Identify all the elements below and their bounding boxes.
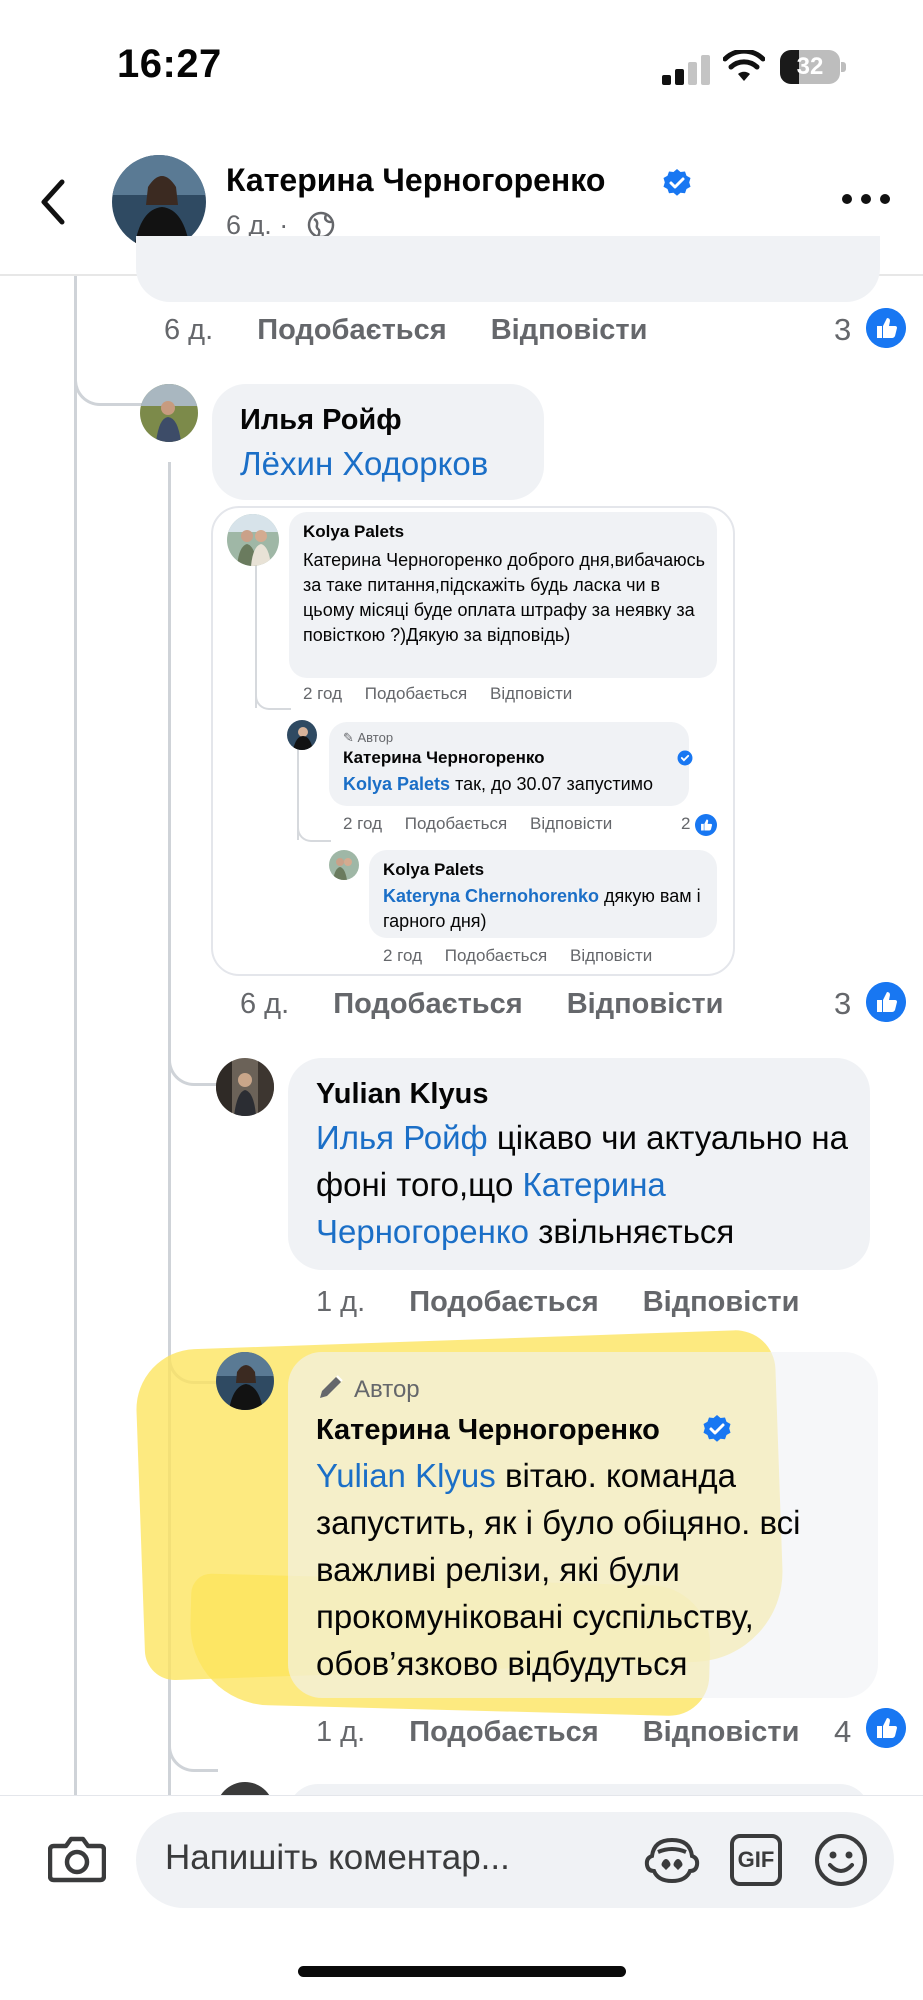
reaction-count[interactable]: 3	[834, 312, 851, 348]
like-button: Подобається	[404, 814, 508, 833]
reply-button: Відповісти	[529, 814, 613, 833]
comment-text: Kolya Palets так, до 30.07 запустимо	[343, 772, 653, 797]
wifi-icon	[723, 50, 765, 81]
mention-link: Kolya Palets	[343, 774, 451, 794]
like-button[interactable]: Подобається	[333, 988, 522, 1020]
verified-badge-icon	[677, 750, 693, 766]
thread-connector	[168, 1732, 218, 1772]
comment-time: 2 год	[383, 946, 423, 965]
mention-link[interactable]: Илья Ройф	[316, 1119, 488, 1156]
comment-author[interactable]: Yulian Klyus	[316, 1078, 488, 1111]
comment-author: Kolya Palets	[383, 860, 485, 879]
like-reaction-icon	[866, 1708, 906, 1748]
thread-connector	[255, 666, 291, 710]
comment-actions: 2 год Подобається Відповісти	[343, 814, 612, 834]
like-button: Подобається	[444, 946, 548, 965]
reaction-count[interactable]: 3	[834, 986, 851, 1022]
mention-link[interactable]: Лёхин Ходорков	[240, 440, 488, 487]
comment-bubble[interactable]	[136, 236, 880, 302]
avatar-sticker-icon[interactable]	[644, 1834, 700, 1886]
comment-actions: 6 д. Подобається Відповісти	[240, 988, 723, 1021]
reaction-count: 2	[681, 814, 691, 833]
author-tag: ✎ Автор	[343, 730, 394, 745]
comment-bubble[interactable]: Автор Катерина Черногоренко Yulian Klyus…	[288, 1352, 878, 1698]
avatar[interactable]	[140, 384, 198, 442]
reply-button[interactable]: Відповісти	[643, 1286, 800, 1318]
comment-time: 2 год	[343, 814, 383, 833]
gif-button[interactable]: GIF	[730, 1834, 782, 1886]
verified-badge-icon	[703, 1415, 731, 1442]
mention-link: Kateryna Chernohorenko	[383, 886, 600, 906]
home-indicator	[298, 1966, 626, 1977]
author-tag-label: Автор	[357, 730, 394, 745]
battery-level: 32	[796, 53, 824, 80]
reply-button: Відповісти	[489, 684, 573, 703]
mention-link[interactable]: Yulian Klyus	[316, 1457, 496, 1494]
comment-time: 6 д.	[240, 988, 290, 1020]
thread-line	[74, 276, 77, 1796]
comment-actions: 6 д. Подобається Відповісти	[164, 314, 647, 347]
comment-author: Kolya Palets	[303, 522, 405, 541]
like-reaction-icon	[866, 308, 906, 348]
comment-bubble[interactable]: Yulian Klyus Илья Ройф цікаво чи актуаль…	[288, 1058, 870, 1270]
like-reaction-icon	[866, 982, 906, 1022]
more-options-icon[interactable]	[842, 188, 890, 210]
attached-screenshot[interactable]: Kolya Palets Катерина Черногоренко добро…	[211, 506, 735, 976]
like-button: Подобається	[364, 684, 468, 703]
comment-author[interactable]: Илья Ройф	[240, 404, 402, 437]
avatar	[329, 850, 359, 880]
avatar	[227, 514, 279, 566]
comment-bubble: Kolya Palets Катерина Черногоренко добро…	[289, 512, 717, 678]
avatar[interactable]	[216, 1352, 274, 1410]
comment-text-body: так, до 30.07 запустимо	[450, 774, 654, 794]
reply-button[interactable]: Відповісти	[491, 314, 648, 346]
profile-name[interactable]: Катерина Черногоренко	[226, 162, 605, 199]
battery-indicator: 32	[780, 50, 846, 84]
reaction-count[interactable]: 4	[834, 1714, 851, 1750]
thread-connector	[297, 798, 331, 842]
comment-input-placeholder: Напишіть коментар...	[165, 1838, 510, 1877]
author-avatar[interactable]	[112, 155, 206, 249]
like-button[interactable]: Подобається	[409, 1716, 598, 1748]
back-icon[interactable]	[30, 172, 80, 232]
avatar	[287, 720, 317, 750]
avatar[interactable]	[216, 1058, 274, 1116]
comment-author[interactable]: Катерина Черногоренко	[316, 1414, 660, 1447]
comment-text: Катерина Черногоренко доброго дня,вибача…	[303, 550, 705, 645]
thread-connector	[168, 1040, 218, 1086]
comment-text: Kateryna Chernohorenko дякую вам і гарно…	[383, 884, 709, 934]
comment-actions: 1 д. Подобається Відповісти	[316, 1286, 799, 1319]
comment-bubble: ✎ Автор Катерина Черногоренко Kolya Pale…	[329, 722, 693, 806]
pencil-icon	[320, 1375, 343, 1398]
comment-text-body: звільняється	[529, 1213, 735, 1250]
comment-time: 6 д.	[164, 314, 214, 346]
comment-actions: 2 год Подобається Відповісти	[303, 684, 572, 704]
author-tag-label: Автор	[354, 1376, 420, 1403]
comment-time: 1 д.	[316, 1716, 366, 1748]
comment-time: 2 год	[303, 684, 343, 703]
reply-button[interactable]: Відповісти	[643, 1716, 800, 1748]
emoji-icon[interactable]	[813, 1832, 869, 1888]
comment-author: Катерина Черногоренко	[343, 748, 545, 767]
reply-button[interactable]: Відповісти	[567, 988, 724, 1020]
like-reaction-icon	[695, 814, 717, 836]
thread-connector	[74, 340, 142, 406]
like-button[interactable]: Подобається	[257, 314, 446, 346]
comment-actions: 2 год Подобається Відповісти	[383, 946, 652, 966]
verified-badge-icon	[663, 169, 691, 196]
comment-text: Илья Ройф цікаво чи актуально на фоні то…	[316, 1114, 856, 1255]
camera-icon[interactable]	[48, 1834, 106, 1884]
like-button[interactable]: Подобається	[409, 1286, 598, 1318]
comment-bubble[interactable]: Илья Ройф Лёхин Ходорков	[212, 384, 544, 500]
reply-button: Відповісти	[569, 946, 653, 965]
comment-actions: 1 д. Подобається Відповісти	[316, 1716, 799, 1749]
comment-bubble: Kolya Palets Kateryna Chernohorenko дяку…	[369, 850, 717, 938]
comment-text: Yulian Klyus вітаю. команда запустить, я…	[316, 1452, 864, 1687]
status-time: 16:27	[117, 42, 222, 86]
cellular-signal-icon	[662, 55, 710, 85]
comment-time: 1 д.	[316, 1286, 366, 1318]
